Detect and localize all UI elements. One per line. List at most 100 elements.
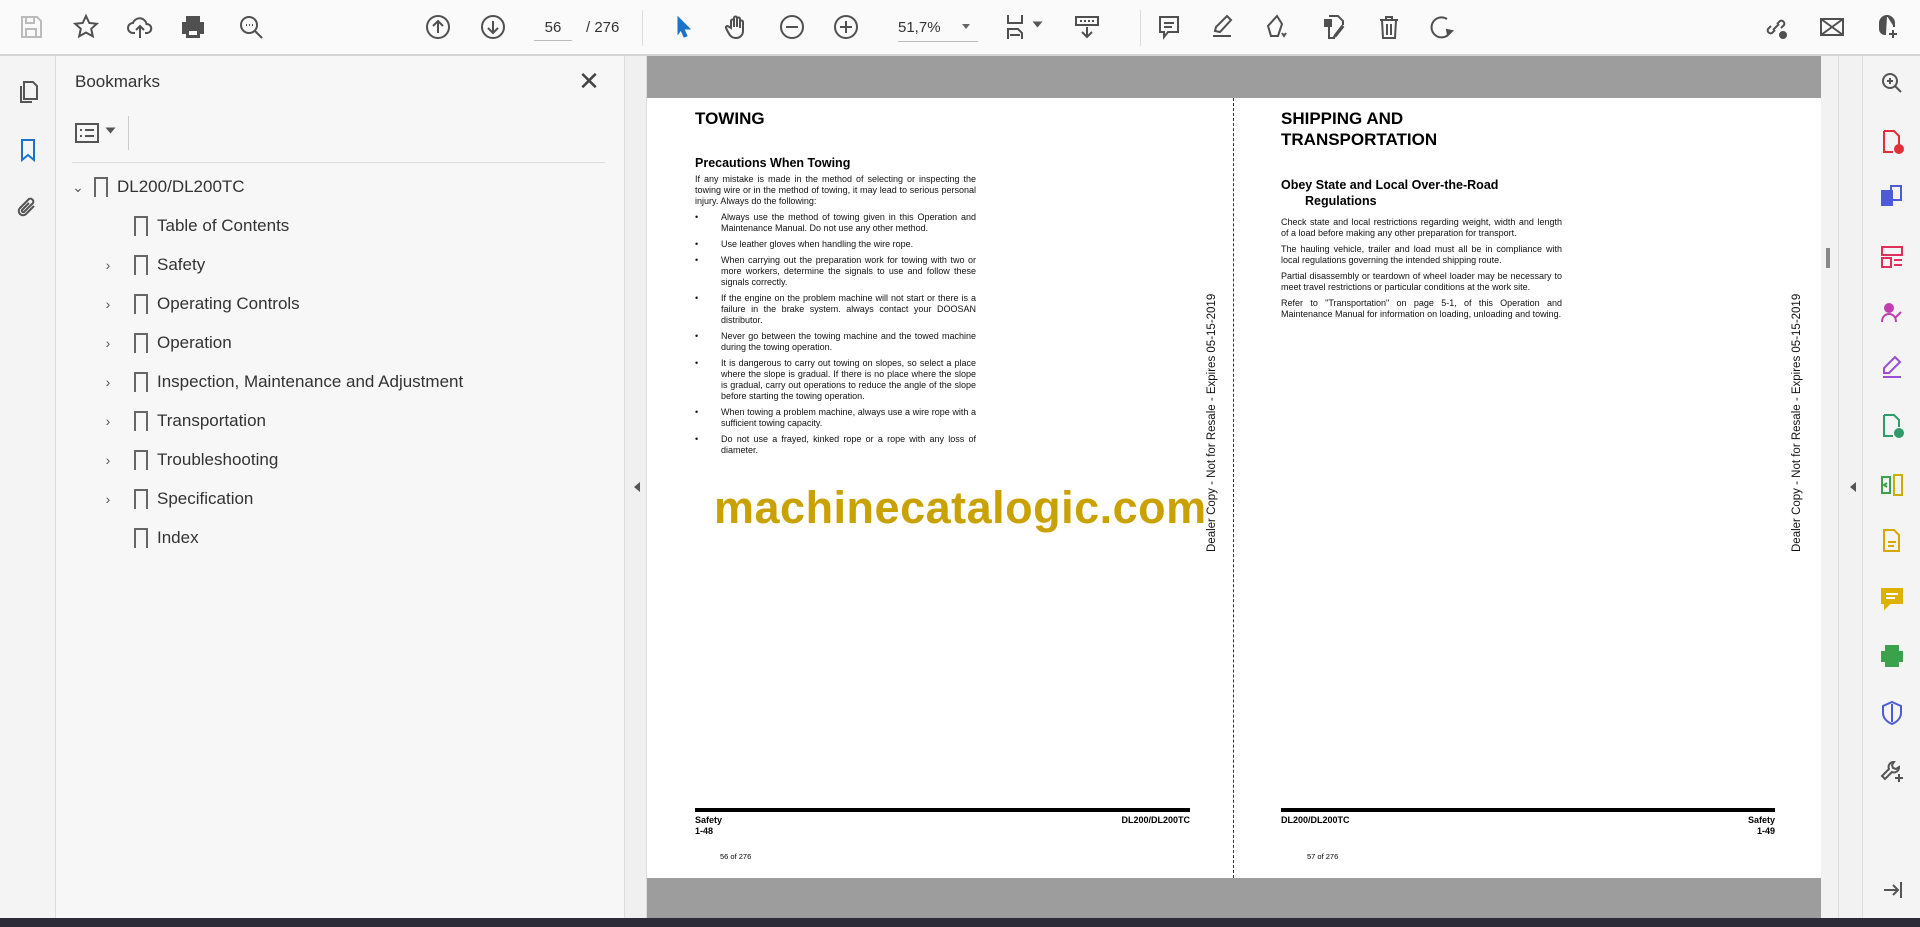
chevron-right-icon[interactable]: › — [88, 374, 128, 390]
collapse-tools-button[interactable] — [1877, 875, 1907, 905]
chevron-right-icon[interactable]: › — [88, 257, 128, 273]
save-button[interactable] — [14, 10, 48, 44]
bookmark-item[interactable]: › Operating Controls — [88, 286, 300, 322]
bookmark-root[interactable]: ⌄ DL200/DL200TC — [68, 169, 245, 205]
upload-button[interactable] — [123, 10, 157, 44]
select-tool-button[interactable] — [666, 10, 700, 44]
chevron-right-icon[interactable]: › — [88, 296, 128, 312]
bookmark-item[interactable]: › Specification — [88, 481, 253, 517]
print-production-button[interactable] — [1877, 641, 1907, 671]
bookmark-label: Transportation — [157, 411, 266, 430]
scroll-mode-button[interactable] — [1070, 10, 1104, 44]
star-icon — [72, 13, 100, 39]
comment-button[interactable] — [1152, 10, 1186, 44]
scrollbar-thumb[interactable] — [1826, 248, 1830, 268]
email-button[interactable] — [1815, 10, 1849, 44]
bookmark-item[interactable]: Table of Contents — [108, 208, 289, 244]
chevron-right-icon[interactable]: › — [88, 452, 128, 468]
fit-page-button[interactable] — [999, 10, 1045, 44]
comment-tool-button[interactable] — [1877, 583, 1907, 613]
chevron-right-icon[interactable]: › — [88, 491, 128, 507]
page-number-input[interactable] — [534, 15, 572, 41]
page-body: If any mistake is made in the method of … — [695, 174, 976, 456]
close-panel-button[interactable]: ✕ — [575, 68, 603, 96]
zoom-out-button[interactable] — [775, 10, 809, 44]
protect-button[interactable] — [1877, 698, 1907, 728]
sign-button[interactable] — [1260, 10, 1294, 44]
vertical-scrollbar[interactable] — [1821, 56, 1838, 918]
combine-files-button[interactable] — [1877, 181, 1907, 211]
bookmark-item[interactable]: › Safety — [88, 247, 205, 283]
bookmark-label: DL200/DL200TC — [117, 177, 245, 196]
share-link-button[interactable] — [1759, 10, 1793, 44]
collapse-left-panel-handle[interactable] — [625, 56, 647, 918]
footer-page: 1-49 — [1756, 826, 1775, 836]
chevron-down-icon[interactable]: ⌄ — [68, 179, 88, 196]
section-heading: Obey State and Local Over-the-Road Regula… — [1281, 178, 1499, 208]
page-counter: 57 of 276 — [1307, 852, 1339, 861]
compare-files-button[interactable] — [1877, 470, 1907, 500]
bookmark-star-button[interactable] — [69, 10, 103, 44]
page-thumbnails-button[interactable] — [12, 76, 44, 108]
print-button[interactable] — [176, 10, 210, 44]
more-tools-button[interactable] — [1877, 756, 1907, 786]
attachments-button[interactable] — [12, 192, 44, 224]
footer-model: DL200/DL200TC — [1281, 815, 1350, 825]
bookmark-icon — [134, 333, 148, 357]
paragraph: Check state and local restrictions regar… — [1281, 217, 1562, 238]
delete-button[interactable] — [1372, 10, 1406, 44]
zoom-tool-button[interactable] — [1877, 68, 1907, 98]
main-toolbar: / 276 51,7% — [0, 0, 1920, 56]
bookmark-icon — [134, 255, 148, 279]
organize-pages-icon — [1881, 246, 1903, 268]
footer-section: Safety — [1747, 815, 1775, 825]
bookmark-item[interactable]: › Troubleshooting — [88, 442, 278, 478]
add-user-button[interactable] — [1870, 10, 1904, 44]
create-pdf-button[interactable] — [1877, 127, 1907, 157]
highlight-button[interactable] — [1205, 10, 1239, 44]
export-pdf-button[interactable] — [1877, 411, 1907, 441]
bookmark-item[interactable]: › Inspection, Maintenance and Adjustment — [88, 364, 463, 400]
page-body: Check state and local restrictions regar… — [1281, 217, 1562, 320]
rotate-button[interactable] — [1425, 10, 1459, 44]
page-spread: TOWING Precautions When Towing If any mi… — [647, 98, 1821, 878]
add-user-icon — [1879, 15, 1897, 38]
chevron-right-icon[interactable]: › — [88, 413, 128, 429]
bookmark-item[interactable]: › Transportation — [88, 403, 266, 439]
find-button[interactable] — [234, 10, 268, 44]
send-for-comments-button[interactable] — [1877, 526, 1907, 556]
bookmark-label: Index — [157, 528, 199, 547]
chevron-right-icon[interactable]: › — [88, 335, 128, 351]
page-counter: 56 of 276 — [720, 852, 752, 861]
bookmark-item[interactable]: › Operation — [88, 325, 232, 361]
collapse-left-icon — [629, 482, 640, 492]
bullet-item: • Use leather gloves when handling the wi… — [695, 239, 914, 249]
left-navigation-rail — [0, 56, 56, 918]
toolbar-divider — [1140, 10, 1141, 46]
hand-icon — [724, 15, 744, 40]
hand-tool-button[interactable] — [720, 10, 754, 44]
request-signature-button[interactable] — [1877, 298, 1907, 328]
bookmark-options-button[interactable] — [74, 118, 120, 148]
bookmark-icon — [134, 372, 148, 396]
organize-pages-button[interactable] — [1877, 242, 1907, 272]
document-view[interactable]: TOWING Precautions When Towing If any mi… — [647, 56, 1821, 918]
trash-icon — [1380, 16, 1398, 39]
bookmark-item[interactable]: Index — [108, 520, 199, 556]
previous-page-button[interactable] — [421, 10, 455, 44]
collapse-right-panel-handle[interactable] — [1838, 56, 1862, 918]
footer-model: DL200/DL200TC — [1121, 815, 1190, 825]
page-heading: SHIPPING AND TRANSPORTATION — [1281, 109, 1438, 149]
fill-sign-button[interactable] — [1877, 352, 1907, 382]
bookmark-icon — [21, 139, 35, 163]
email-icon — [1820, 18, 1844, 36]
edit-pdf-button[interactable] — [1318, 10, 1352, 44]
bookmarks-button[interactable] — [12, 134, 44, 166]
bullet-item: • It is dangerous to carry out towing on … — [695, 358, 976, 401]
bookmark-icon — [134, 489, 148, 513]
zoom-level-select[interactable]: 51,7% — [898, 15, 978, 42]
zoom-in-button[interactable] — [829, 10, 863, 44]
rotate-icon — [1430, 16, 1455, 39]
bullet-item: • If the engine on the problem machine wi… — [695, 293, 976, 325]
next-page-button[interactable] — [476, 10, 510, 44]
